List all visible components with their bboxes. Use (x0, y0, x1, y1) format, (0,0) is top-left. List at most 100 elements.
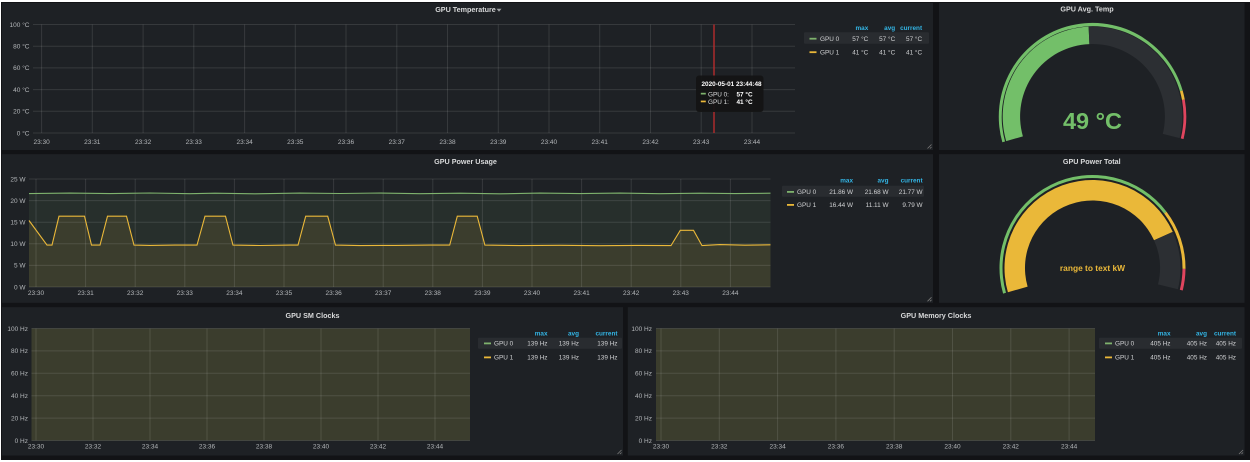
svg-text:0 Hz: 0 Hz (639, 438, 652, 445)
svg-text:0 W: 0 W (14, 284, 26, 291)
svg-text:23:38: 23:38 (886, 444, 903, 451)
svg-text:60 Hz: 60 Hz (635, 371, 652, 378)
svg-text:139 Hz: 139 Hz (527, 355, 547, 362)
svg-text:23:34: 23:34 (226, 290, 243, 297)
svg-text:405 Hz: 405 Hz (1187, 341, 1207, 348)
svg-text:23:32: 23:32 (85, 444, 102, 451)
svg-text:23:30: 23:30 (28, 444, 45, 451)
svg-text:23:38: 23:38 (439, 139, 456, 146)
svg-text:100 Hz: 100 Hz (631, 326, 652, 333)
svg-text:49 °C: 49 °C (1063, 108, 1122, 134)
svg-text:41 °C: 41 °C (737, 98, 753, 106)
svg-text:23:37: 23:37 (389, 139, 406, 146)
svg-text:max: max (840, 178, 853, 185)
svg-text:57 °C: 57 °C (906, 35, 922, 43)
svg-text:20 W: 20 W (10, 198, 26, 205)
svg-text:GPU Memory Clocks: GPU Memory Clocks (901, 311, 972, 320)
svg-text:23:32: 23:32 (135, 139, 152, 146)
svg-text:5 W: 5 W (14, 263, 26, 270)
svg-text:20 Hz: 20 Hz (635, 415, 652, 422)
svg-text:23:35: 23:35 (276, 290, 293, 297)
svg-text:23:30: 23:30 (28, 290, 45, 297)
svg-text:80 Hz: 80 Hz (635, 348, 652, 355)
svg-text:23:31: 23:31 (84, 139, 101, 146)
svg-text:GPU 0:: GPU 0: (708, 91, 729, 98)
svg-text:23:42: 23:42 (370, 444, 387, 451)
svg-text:GPU Avg. Temp: GPU Avg. Temp (1060, 4, 1114, 13)
svg-text:23:44: 23:44 (1061, 444, 1078, 451)
svg-text:40 Hz: 40 Hz (11, 393, 28, 400)
svg-text:23:32: 23:32 (127, 290, 144, 297)
svg-text:139 Hz: 139 Hz (559, 355, 579, 362)
svg-text:25 W: 25 W (10, 176, 26, 183)
svg-text:80 °C: 80 °C (13, 43, 30, 51)
svg-text:23:42: 23:42 (642, 139, 659, 146)
svg-text:23:33: 23:33 (186, 139, 203, 146)
svg-text:GPU 1: GPU 1 (820, 49, 840, 56)
svg-text:23:34: 23:34 (236, 139, 253, 146)
svg-text:57 °C: 57 °C (879, 35, 895, 43)
svg-text:10 W: 10 W (10, 241, 26, 248)
svg-text:GPU 0: GPU 0 (1115, 341, 1135, 348)
svg-text:23:40: 23:40 (524, 290, 541, 297)
svg-text:23:36: 23:36 (199, 444, 216, 451)
svg-text:GPU Temperature: GPU Temperature (435, 5, 496, 14)
svg-text:23:40: 23:40 (313, 444, 330, 451)
svg-text:9.79 W: 9.79 W (902, 202, 923, 209)
svg-text:23:40: 23:40 (541, 139, 558, 146)
svg-text:23:32: 23:32 (711, 444, 728, 451)
svg-text:57 °C: 57 °C (852, 35, 868, 43)
svg-text:23:34: 23:34 (142, 444, 159, 451)
svg-text:current: current (595, 331, 618, 338)
svg-text:23:41: 23:41 (592, 139, 609, 146)
svg-text:23:40: 23:40 (944, 444, 961, 451)
svg-text:GPU 1: GPU 1 (494, 355, 514, 362)
svg-text:80 Hz: 80 Hz (11, 348, 28, 355)
svg-text:GPU 0: GPU 0 (820, 36, 840, 43)
svg-text:23:44: 23:44 (722, 290, 739, 297)
svg-text:41 °C: 41 °C (879, 48, 895, 56)
svg-text:current: current (901, 178, 924, 185)
svg-text:current: current (1214, 331, 1237, 338)
svg-text:139 Hz: 139 Hz (597, 355, 617, 362)
svg-text:405 Hz: 405 Hz (1216, 341, 1236, 348)
svg-text:40 °C: 40 °C (13, 86, 30, 94)
svg-text:23:41: 23:41 (573, 290, 590, 297)
svg-text:23:36: 23:36 (325, 290, 342, 297)
svg-text:23:30: 23:30 (653, 444, 670, 451)
svg-text:avg: avg (1196, 331, 1207, 338)
svg-text:23:37: 23:37 (375, 290, 392, 297)
svg-text:23:30: 23:30 (33, 139, 50, 146)
svg-text:15 W: 15 W (10, 220, 26, 227)
svg-text:60 Hz: 60 Hz (11, 371, 28, 378)
svg-text:23:39: 23:39 (490, 139, 507, 146)
svg-text:21.68 W: 21.68 W (865, 189, 890, 196)
svg-text:21.86 W: 21.86 W (829, 189, 854, 196)
svg-text:57 °C: 57 °C (737, 90, 753, 98)
svg-text:23:38: 23:38 (256, 444, 273, 451)
svg-text:23:44: 23:44 (744, 139, 761, 146)
svg-text:41 °C: 41 °C (906, 48, 922, 56)
svg-text:23:43: 23:43 (673, 290, 690, 297)
svg-text:20 °C: 20 °C (13, 108, 30, 116)
svg-text:23:44: 23:44 (427, 444, 444, 451)
svg-text:GPU SM Clocks: GPU SM Clocks (286, 311, 340, 320)
svg-text:100 °C: 100 °C (10, 21, 30, 29)
svg-text:23:34: 23:34 (769, 444, 786, 451)
svg-text:max: max (1158, 331, 1171, 338)
svg-text:139 Hz: 139 Hz (597, 341, 617, 348)
svg-text:23:42: 23:42 (1003, 444, 1020, 451)
svg-text:max: max (535, 331, 548, 338)
svg-text:23:36: 23:36 (338, 139, 355, 146)
svg-text:405 Hz: 405 Hz (1150, 355, 1170, 362)
svg-text:40 Hz: 40 Hz (635, 393, 652, 400)
svg-text:0 Hz: 0 Hz (15, 438, 28, 445)
svg-text:11.11 W: 11.11 W (866, 202, 890, 209)
svg-text:405 Hz: 405 Hz (1150, 341, 1170, 348)
svg-text:GPU 0: GPU 0 (797, 189, 817, 196)
svg-text:23:42: 23:42 (623, 290, 640, 297)
svg-text:23:31: 23:31 (77, 290, 94, 297)
svg-text:23:38: 23:38 (425, 290, 442, 297)
svg-text:405 Hz: 405 Hz (1187, 355, 1207, 362)
svg-text:avg: avg (884, 25, 895, 32)
